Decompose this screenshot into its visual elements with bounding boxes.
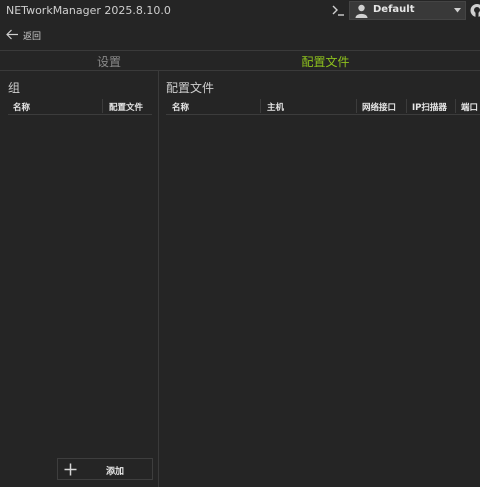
- column-divider[interactable]: [260, 99, 261, 113]
- groups-panel: 组 名称 配置文件 添加: [0, 71, 159, 487]
- user-icon: [355, 4, 368, 18]
- title-bar: NETworkManager 2025.8.10.0 Default: [0, 0, 480, 22]
- profiles-title: 配置文件: [166, 81, 215, 95]
- column-divider[interactable]: [356, 99, 357, 113]
- profiles-panel: 配置文件 名称 主机 网络接口 IP扫描器 端口: [160, 71, 480, 487]
- back-label: 返回: [23, 32, 42, 42]
- column-header-port[interactable]: 端口: [461, 101, 478, 113]
- terminal-icon[interactable]: [331, 3, 345, 17]
- column-header-name[interactable]: 名称: [13, 101, 30, 113]
- add-group-button[interactable]: 添加: [57, 458, 153, 480]
- column-header-name[interactable]: 名称: [172, 101, 189, 113]
- add-button-label: 添加: [106, 467, 125, 477]
- tab-profiles[interactable]: 配置文件: [218, 53, 433, 69]
- github-icon[interactable]: [470, 3, 480, 18]
- back-arrow-icon: [6, 29, 18, 40]
- profile-dropdown[interactable]: Default: [349, 1, 466, 20]
- groups-title: 组: [8, 81, 21, 95]
- app-title: NETworkManager 2025.8.10.0: [6, 4, 171, 17]
- back-button[interactable]: 返回: [0, 26, 100, 44]
- profile-dropdown-value: Default: [373, 4, 415, 15]
- column-divider[interactable]: [406, 99, 407, 113]
- profiles-grid-header: 名称 主机 网络接口 IP扫描器 端口: [166, 98, 480, 115]
- column-divider[interactable]: [102, 99, 103, 113]
- chevron-down-icon: [454, 8, 461, 13]
- column-header-host[interactable]: 主机: [267, 101, 284, 113]
- tab-settings[interactable]: 设置: [0, 53, 218, 69]
- plus-icon: [64, 463, 77, 476]
- column-divider[interactable]: [455, 99, 456, 113]
- groups-grid-header: 名称 配置文件: [8, 98, 152, 115]
- column-header-network-interface[interactable]: 网络接口: [362, 101, 396, 113]
- column-header-profiles[interactable]: 配置文件: [109, 101, 143, 113]
- column-header-ip-scanner[interactable]: IP扫描器: [412, 101, 447, 113]
- main-tabs: 设置 配置文件: [0, 50, 480, 71]
